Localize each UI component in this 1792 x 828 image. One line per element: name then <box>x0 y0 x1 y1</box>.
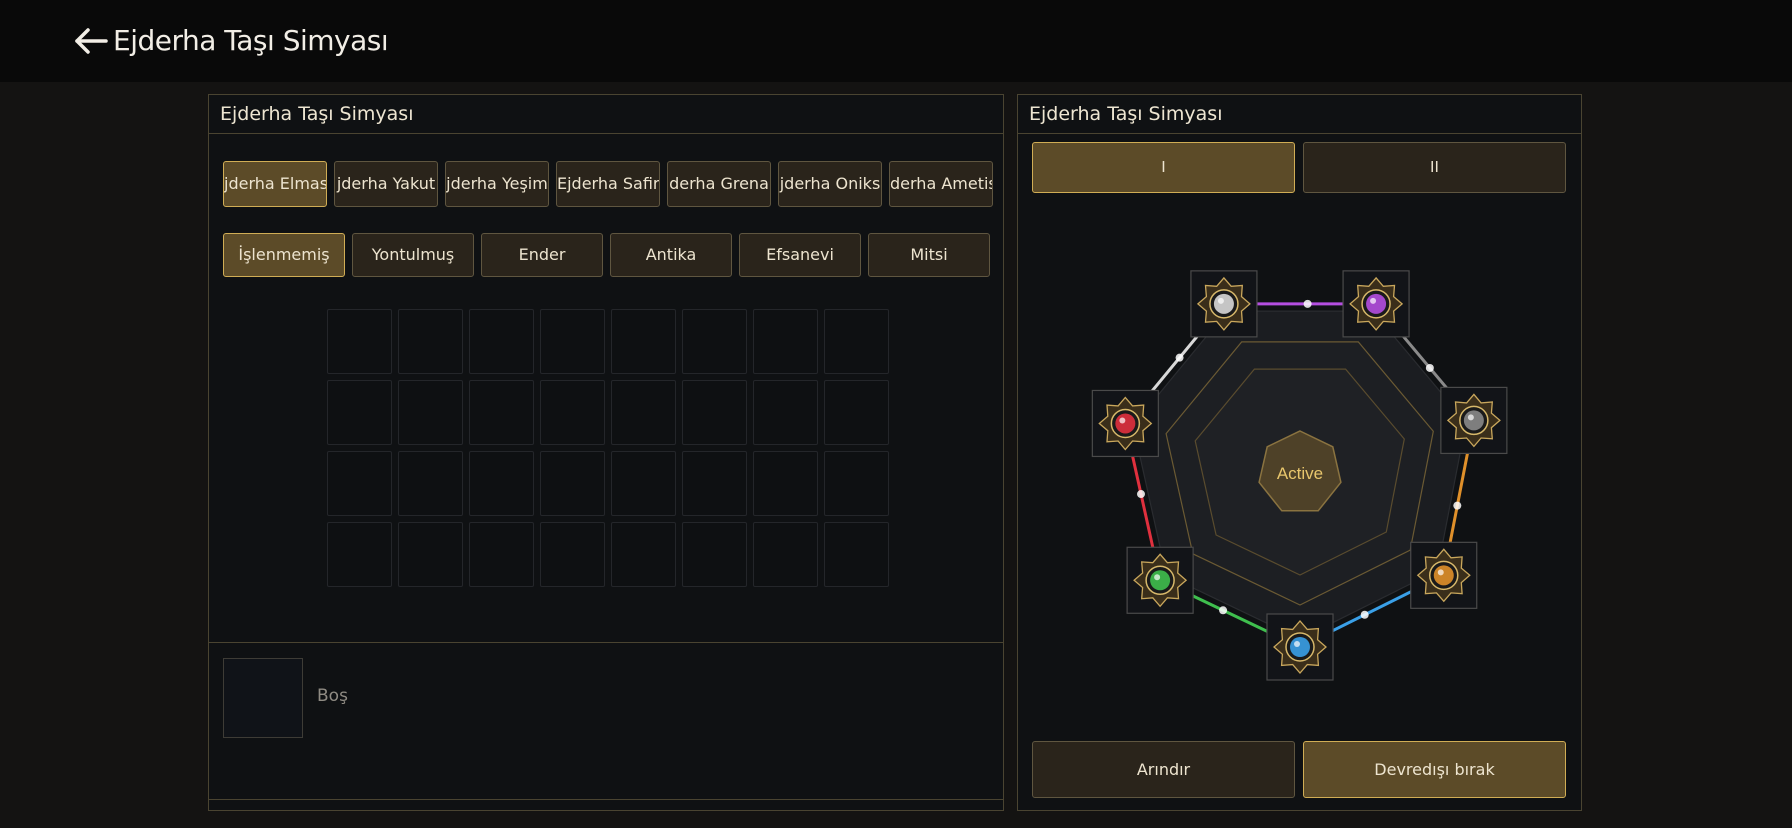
inventory-panel-title: Ejderha Taşı Simyası <box>209 95 1003 134</box>
inventory-slot[interactable] <box>398 522 463 587</box>
socket-wheel: Active <box>1091 270 1508 681</box>
socket-link-node <box>1175 353 1184 362</box>
socket-link-node <box>1425 363 1434 372</box>
inventory-slot[interactable] <box>611 380 676 445</box>
inventory-slot-grid <box>327 309 889 587</box>
tab-gem-elmas[interactable]: jderha Elmas <box>223 161 327 207</box>
gem-highlight-icon <box>1217 297 1224 304</box>
inventory-slot[interactable] <box>327 309 392 374</box>
gem-highlight-icon <box>1154 574 1161 581</box>
inventory-slot[interactable] <box>611 522 676 587</box>
purify-button[interactable]: Arındır <box>1032 741 1295 798</box>
inventory-slot[interactable] <box>540 380 605 445</box>
inventory-slot[interactable] <box>753 309 818 374</box>
gem-stone-icon <box>1366 293 1387 314</box>
socket-link-node <box>1219 606 1228 615</box>
socket-link-node <box>1136 490 1145 499</box>
gem-highlight-icon <box>1119 417 1126 424</box>
selected-item-label: Boş <box>317 686 348 706</box>
gem-stone-icon <box>1290 637 1310 657</box>
inventory-slot[interactable] <box>824 451 889 516</box>
selected-item-detail: Boş <box>209 642 1003 800</box>
page-title: Ejderha Taşı Simyası <box>113 24 389 57</box>
alchemy-page-tabs: I II <box>1032 142 1566 193</box>
gem-stone-icon <box>1433 565 1454 586</box>
inventory-slot[interactable] <box>469 309 534 374</box>
grade-tabs: İşlenmemiş Yontulmuş Ender Antika Efsane… <box>223 233 990 277</box>
inventory-slot[interactable] <box>327 451 392 516</box>
tab-grade-islenmemis[interactable]: İşlenmemiş <box>223 233 345 277</box>
gem-stone-icon <box>1115 413 1136 434</box>
top-bar: Ejderha Taşı Simyası <box>0 0 1792 82</box>
inventory-slot[interactable] <box>540 451 605 516</box>
inventory-slot[interactable] <box>824 522 889 587</box>
action-buttons: Arındır Devredışı bırak <box>1032 741 1566 798</box>
inventory-slot[interactable] <box>682 522 747 587</box>
inventory-slot[interactable] <box>824 309 889 374</box>
inventory-panel: Ejderha Taşı Simyası jderha Elmas jderha… <box>208 94 1004 811</box>
inventory-slot[interactable] <box>398 451 463 516</box>
socket-link-node <box>1360 610 1369 619</box>
tab-gem-yakut[interactable]: jderha Yakut <box>334 161 438 207</box>
alchemy-panel: Ejderha Taşı Simyası I II Active Arındır… <box>1017 94 1582 811</box>
tab-grade-ender[interactable]: Ender <box>481 233 603 277</box>
tab-gem-oniks[interactable]: jderha Oniks <box>778 161 882 207</box>
gem-stone-icon <box>1213 293 1234 314</box>
alchemy-panel-title: Ejderha Taşı Simyası <box>1018 95 1581 134</box>
gem-highlight-icon <box>1370 297 1377 304</box>
inventory-slot[interactable] <box>469 522 534 587</box>
active-badge-label: Active <box>1277 464 1323 483</box>
inventory-slot[interactable] <box>611 309 676 374</box>
tab-grade-efsanevi[interactable]: Efsanevi <box>739 233 861 277</box>
socket-link-node <box>1453 501 1462 510</box>
inventory-slot[interactable] <box>327 380 392 445</box>
tab-gem-ametis[interactable]: derha Ametis <box>889 161 993 207</box>
tab-grade-antika[interactable]: Antika <box>610 233 732 277</box>
socket-link-node <box>1303 299 1312 308</box>
gem-stone-icon <box>1463 410 1484 431</box>
gem-type-tabs: jderha Elmas jderha Yakut jderha Yeşim E… <box>223 161 993 207</box>
inventory-slot[interactable] <box>753 380 818 445</box>
tab-grade-yontulmus[interactable]: Yontulmuş <box>352 233 474 277</box>
inventory-slot[interactable] <box>398 380 463 445</box>
gem-highlight-icon <box>1437 569 1444 576</box>
inventory-slot[interactable] <box>682 451 747 516</box>
gem-highlight-icon <box>1467 414 1474 421</box>
inventory-slot[interactable] <box>611 451 676 516</box>
inventory-slot[interactable] <box>327 522 392 587</box>
selected-item-slot[interactable] <box>223 658 303 738</box>
tab-grade-mitsi[interactable]: Mitsi <box>868 233 990 277</box>
inventory-slot[interactable] <box>540 522 605 587</box>
tab-page-2[interactable]: II <box>1303 142 1566 193</box>
tab-gem-safir[interactable]: Ejderha Safir <box>556 161 660 207</box>
inventory-slot[interactable] <box>398 309 463 374</box>
back-arrow-icon[interactable] <box>74 28 108 54</box>
inventory-slot[interactable] <box>682 309 747 374</box>
deactivate-button[interactable]: Devredışı bırak <box>1303 741 1566 798</box>
gem-stone-icon <box>1150 570 1171 591</box>
tab-gem-yesim[interactable]: jderha Yeşim <box>445 161 549 207</box>
inventory-slot[interactable] <box>469 451 534 516</box>
inventory-slot[interactable] <box>753 451 818 516</box>
inventory-slot[interactable] <box>540 309 605 374</box>
gem-highlight-icon <box>1294 641 1300 647</box>
inventory-slot[interactable] <box>682 380 747 445</box>
inventory-slot[interactable] <box>753 522 818 587</box>
inventory-slot[interactable] <box>824 380 889 445</box>
inventory-slot[interactable] <box>469 380 534 445</box>
tab-page-1[interactable]: I <box>1032 142 1295 193</box>
tab-gem-grena[interactable]: derha Grena <box>667 161 771 207</box>
